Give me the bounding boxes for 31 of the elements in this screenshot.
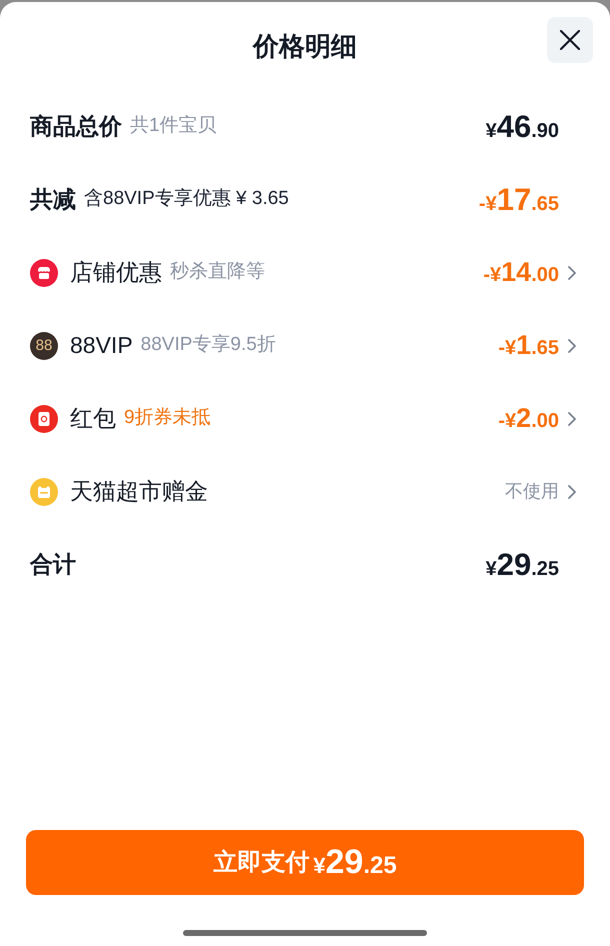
fee-label: 88VIP [70,331,133,360]
fee-label: 共减 [30,185,76,214]
vip-badge: 88 [30,332,58,360]
fee-note: 9折券未抵 [124,406,211,430]
fee-label: 店铺优惠 [70,258,162,288]
fee-label: 商品总价 [30,112,122,142]
price-amount: -¥2.00 [498,405,559,432]
sheet-title: 价格明细 [251,30,358,62]
close-button[interactable] [547,17,593,63]
fee-note: 88VIP专享9.5折 [140,333,276,358]
price-amount: ¥46.90 [486,111,559,142]
cat-coupon-icon [30,478,58,506]
price-amount: ¥29.25 [486,549,559,580]
envelope-icon [30,404,58,432]
chevron-right-icon[interactable] [568,266,576,280]
price-amount: -¥1.65 [498,332,559,359]
price-amount: -¥14.00 [483,259,559,286]
chevron-right-icon[interactable] [568,484,576,498]
store-icon [30,258,58,286]
price-amount: -¥17.65 [478,184,559,215]
fee-note: 秒杀直降等 [170,260,265,284]
option-value: 不使用 [505,480,559,503]
pay-button[interactable]: 立即支付 ¥29.25 [26,830,584,895]
fee-label: 天猫超市赠金 [70,477,208,506]
chevron-right-icon[interactable] [568,412,576,426]
fee-note: 共1件宝贝 [130,114,217,138]
chevron-right-icon[interactable] [568,338,576,352]
fee-note: 含88VIP专享优惠 ¥ 3.65 [84,187,289,212]
fee-label: 红包 [70,404,116,434]
close-icon [560,30,580,50]
fee-label: 合计 [30,550,76,580]
